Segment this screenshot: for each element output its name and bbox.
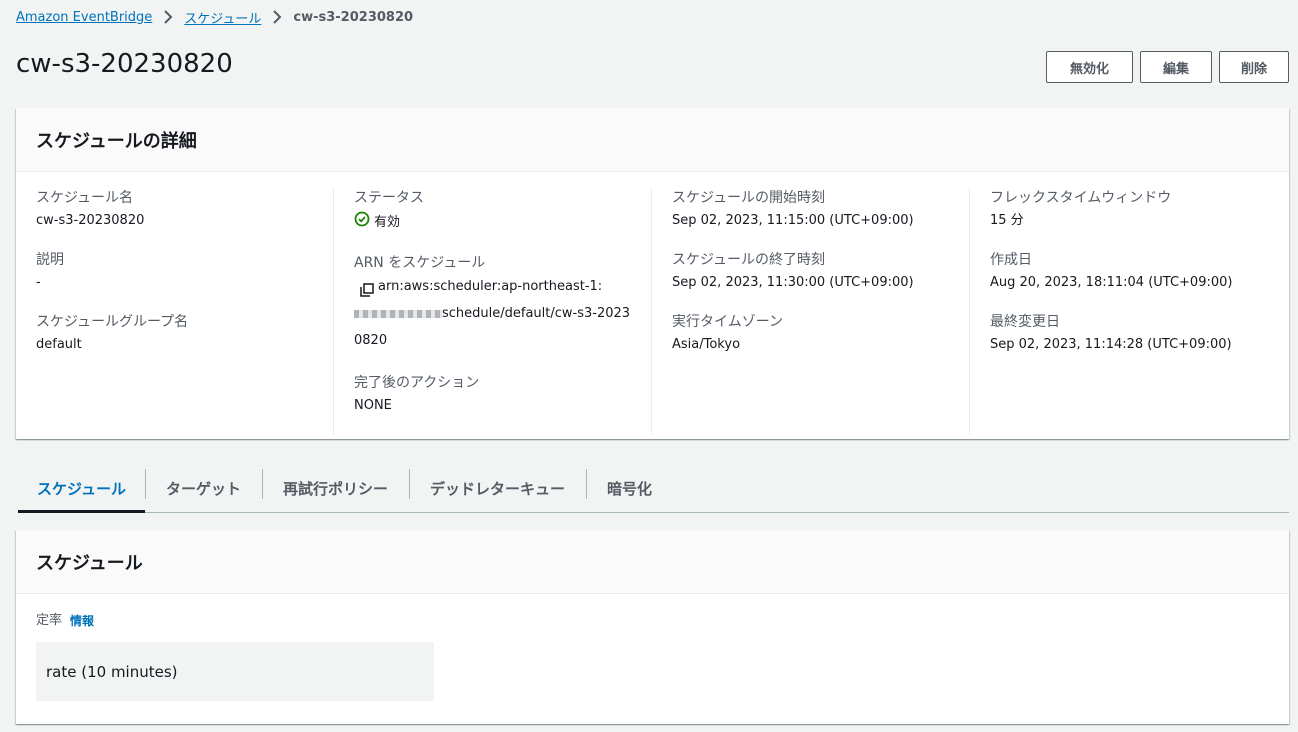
panel-header: スケジュールの詳細 — [16, 108, 1289, 172]
delete-button[interactable]: 削除 — [1219, 51, 1289, 83]
completion-action-field: 完了後のアクション NONE — [354, 373, 631, 416]
arn-value: arn:aws:scheduler:ap-northeast-1:schedul… — [354, 273, 631, 354]
field-label: スケジュールグループ名 — [36, 314, 189, 330]
breadcrumb: Amazon EventBridge スケジュール cw-s3-20230820 — [16, 7, 413, 27]
breadcrumb-current: cw-s3-20230820 — [293, 9, 414, 25]
breadcrumb-schedules-link[interactable]: スケジュール — [184, 8, 261, 27]
field-label: ステータス — [354, 190, 424, 206]
field-value: NONE — [354, 398, 392, 413]
copy-icon[interactable] — [360, 280, 374, 297]
arn-prefix: arn:aws:scheduler:ap-northeast- — [378, 279, 590, 294]
panel-title: スケジュール — [36, 552, 143, 574]
field-label: スケジュール名 — [36, 190, 134, 206]
tab-bar: スケジュール ターゲット 再試行ポリシー デッドレターキュー 暗号化 — [18, 464, 1289, 513]
tab-encryption[interactable]: 暗号化 — [586, 464, 673, 512]
check-circle-icon — [354, 211, 370, 234]
schedule-name-field: スケジュール名 cw-s3-20230820 — [36, 188, 313, 231]
arn-masked-start: 1: — [589, 279, 603, 294]
field-label: スケジュールの終了時刻 — [672, 252, 826, 268]
details-body: スケジュール名 cw-s3-20230820 説明 - スケジュールグループ名 … — [16, 172, 1289, 435]
schedule-details-panel: スケジュールの詳細 スケジュール名 cw-s3-20230820 説明 - スケ… — [16, 108, 1289, 439]
field-value: - — [36, 275, 41, 290]
header-actions: 無効化 編集 削除 — [1046, 51, 1289, 83]
field-value: Asia/Tokyo — [672, 337, 741, 352]
field-label: 最終変更日 — [990, 314, 1060, 330]
panel-header: スケジュール — [16, 530, 1289, 594]
tab-targets[interactable]: ターゲット — [144, 464, 262, 512]
rate-expression: rate (10 minutes) — [46, 662, 178, 681]
chevron-right-icon — [267, 10, 287, 25]
field-value: 15 分 — [990, 213, 1024, 228]
description-field: 説明 - — [36, 250, 313, 293]
field-value: Sep 02, 2023, 11:30:00 (UTC+09:00) — [672, 275, 914, 290]
disable-button[interactable]: 無効化 — [1046, 51, 1133, 83]
status-text: 有効 — [374, 214, 401, 230]
details-column-3: スケジュールの開始時刻 Sep 02, 2023, 11:15:00 (UTC+… — [652, 188, 970, 435]
created-field: 作成日 Aug 20, 2023, 18:11:04 (UTC+09:00) — [990, 250, 1268, 293]
masked-account-id — [354, 309, 442, 318]
flex-window-field: フレックスタイムウィンドウ 15 分 — [990, 188, 1268, 231]
field-value: Sep 02, 2023, 11:15:00 (UTC+09:00) — [672, 213, 914, 228]
status-field: ステータス 有効 — [354, 188, 631, 234]
panel-title: スケジュールの詳細 — [36, 130, 197, 152]
field-value: Aug 20, 2023, 18:11:04 (UTC+09:00) — [990, 275, 1233, 290]
field-value: Sep 02, 2023, 11:14:28 (UTC+09:00) — [990, 337, 1232, 352]
start-time-field: スケジュールの開始時刻 Sep 02, 2023, 11:15:00 (UTC+… — [672, 188, 949, 231]
details-column-1: スケジュール名 cw-s3-20230820 説明 - スケジュールグループ名 … — [16, 188, 334, 435]
schedule-body: 定率 情報 rate (10 minutes) — [16, 594, 1289, 721]
field-value: default — [36, 337, 82, 352]
field-label: 完了後のアクション — [354, 375, 480, 391]
field-label: ARN をスケジュール — [354, 255, 486, 271]
rate-label: 定率 — [36, 613, 63, 628]
field-label: 実行タイムゾーン — [672, 314, 784, 330]
field-label: スケジュールの開始時刻 — [672, 190, 826, 206]
timezone-field: 実行タイムゾーン Asia/Tokyo — [672, 312, 949, 355]
rate-expression-box: rate (10 minutes) — [36, 642, 434, 701]
details-column-4: フレックスタイムウィンドウ 15 分 作成日 Aug 20, 2023, 18:… — [970, 188, 1288, 435]
field-label: 説明 — [36, 252, 64, 268]
tab-schedule[interactable]: スケジュール — [18, 464, 145, 513]
group-name-field: スケジュールグループ名 default — [36, 312, 313, 355]
chevron-right-icon — [158, 10, 178, 25]
tab-dead-letter-queue[interactable]: デッドレターキュー — [408, 464, 586, 512]
page-title: cw-s3-20230820 — [16, 49, 233, 79]
modified-field: 最終変更日 Sep 02, 2023, 11:14:28 (UTC+09:00) — [990, 312, 1268, 355]
rate-label-row: 定率 情報 — [36, 613, 1269, 629]
field-label: フレックスタイムウィンドウ — [990, 190, 1172, 206]
end-time-field: スケジュールの終了時刻 Sep 02, 2023, 11:30:00 (UTC+… — [672, 250, 949, 293]
tab-retry-policy[interactable]: 再試行ポリシー — [261, 464, 409, 512]
status-badge: 有効 — [354, 211, 631, 234]
edit-button[interactable]: 編集 — [1140, 51, 1212, 83]
field-value: cw-s3-20230820 — [36, 213, 145, 228]
schedule-panel: スケジュール 定率 情報 rate (10 minutes) — [16, 530, 1289, 724]
breadcrumb-eventbridge-link[interactable]: Amazon EventBridge — [16, 10, 152, 25]
info-link[interactable]: 情報 — [70, 614, 94, 628]
arn-field: ARN をスケジュール arn:aws:scheduler:ap-northea… — [354, 253, 631, 354]
details-column-2: ステータス 有効 ARN をスケジュール arn:aws:scheduler:a… — [334, 188, 652, 435]
field-label: 作成日 — [990, 252, 1032, 268]
